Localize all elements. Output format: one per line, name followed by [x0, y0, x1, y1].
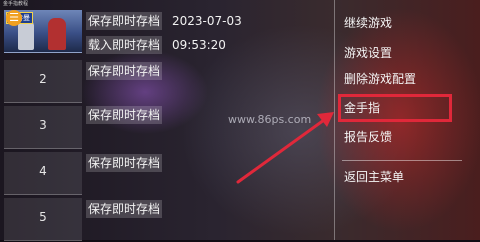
menu-item-continue-game[interactable]: 继续游戏: [344, 14, 392, 32]
side-menu: 继续游戏 游戏设置 删除游戏配置 金手指 报告反馈 返回主菜单: [338, 8, 480, 240]
load-state-button[interactable]: 载入即时存档: [86, 36, 163, 54]
panel-divider: [334, 0, 335, 240]
character-figure: [48, 18, 66, 50]
save-time: 09:53:20: [172, 38, 226, 52]
save-slot-4: 4 保存即时存档: [0, 150, 335, 196]
save-slot-1: 奥特曼 保存即时存档 载入即时存档 2023-07-03 09:53:20: [0, 8, 335, 54]
character-figure: [18, 20, 34, 50]
slot-number: 3: [39, 118, 47, 132]
menu-icon[interactable]: ☰: [6, 10, 22, 26]
menu-item-game-settings[interactable]: 游戏设置: [344, 44, 392, 62]
slot-4-thumbnail[interactable]: 4: [4, 152, 82, 195]
save-date: 2023-07-03: [172, 14, 242, 28]
save-slot-3: 3 保存即时存档: [0, 104, 335, 150]
save-state-button[interactable]: 保存即时存档: [86, 154, 163, 172]
slot-5-thumbnail[interactable]: 5: [4, 198, 82, 241]
slot-number: 5: [39, 210, 47, 224]
menu-item-report-feedback[interactable]: 报告反馈: [344, 128, 392, 146]
slot-number: 2: [39, 72, 47, 86]
save-state-button[interactable]: 保存即时存档: [86, 12, 163, 30]
save-slot-2: 2 保存即时存档: [0, 58, 335, 104]
status-bar-text: 金手指教程: [3, 1, 29, 7]
save-slot-5: 5 保存即时存档: [0, 196, 335, 242]
slot-2-thumbnail[interactable]: 2: [4, 60, 82, 103]
status-bar: 金手指教程: [0, 0, 480, 8]
save-state-button[interactable]: 保存即时存档: [86, 106, 163, 124]
watermark: www.86ps.com: [228, 113, 312, 126]
menu-separator: [342, 160, 462, 161]
cheats-highlight-box: [338, 94, 452, 122]
menu-item-delete-game-config[interactable]: 删除游戏配置: [344, 70, 416, 88]
save-state-button[interactable]: 保存即时存档: [86, 62, 163, 80]
menu-item-return-main-menu[interactable]: 返回主菜单: [344, 168, 404, 186]
slot-number: 4: [39, 164, 47, 178]
save-state-button[interactable]: 保存即时存档: [86, 200, 163, 218]
slot-3-thumbnail[interactable]: 3: [4, 106, 82, 149]
